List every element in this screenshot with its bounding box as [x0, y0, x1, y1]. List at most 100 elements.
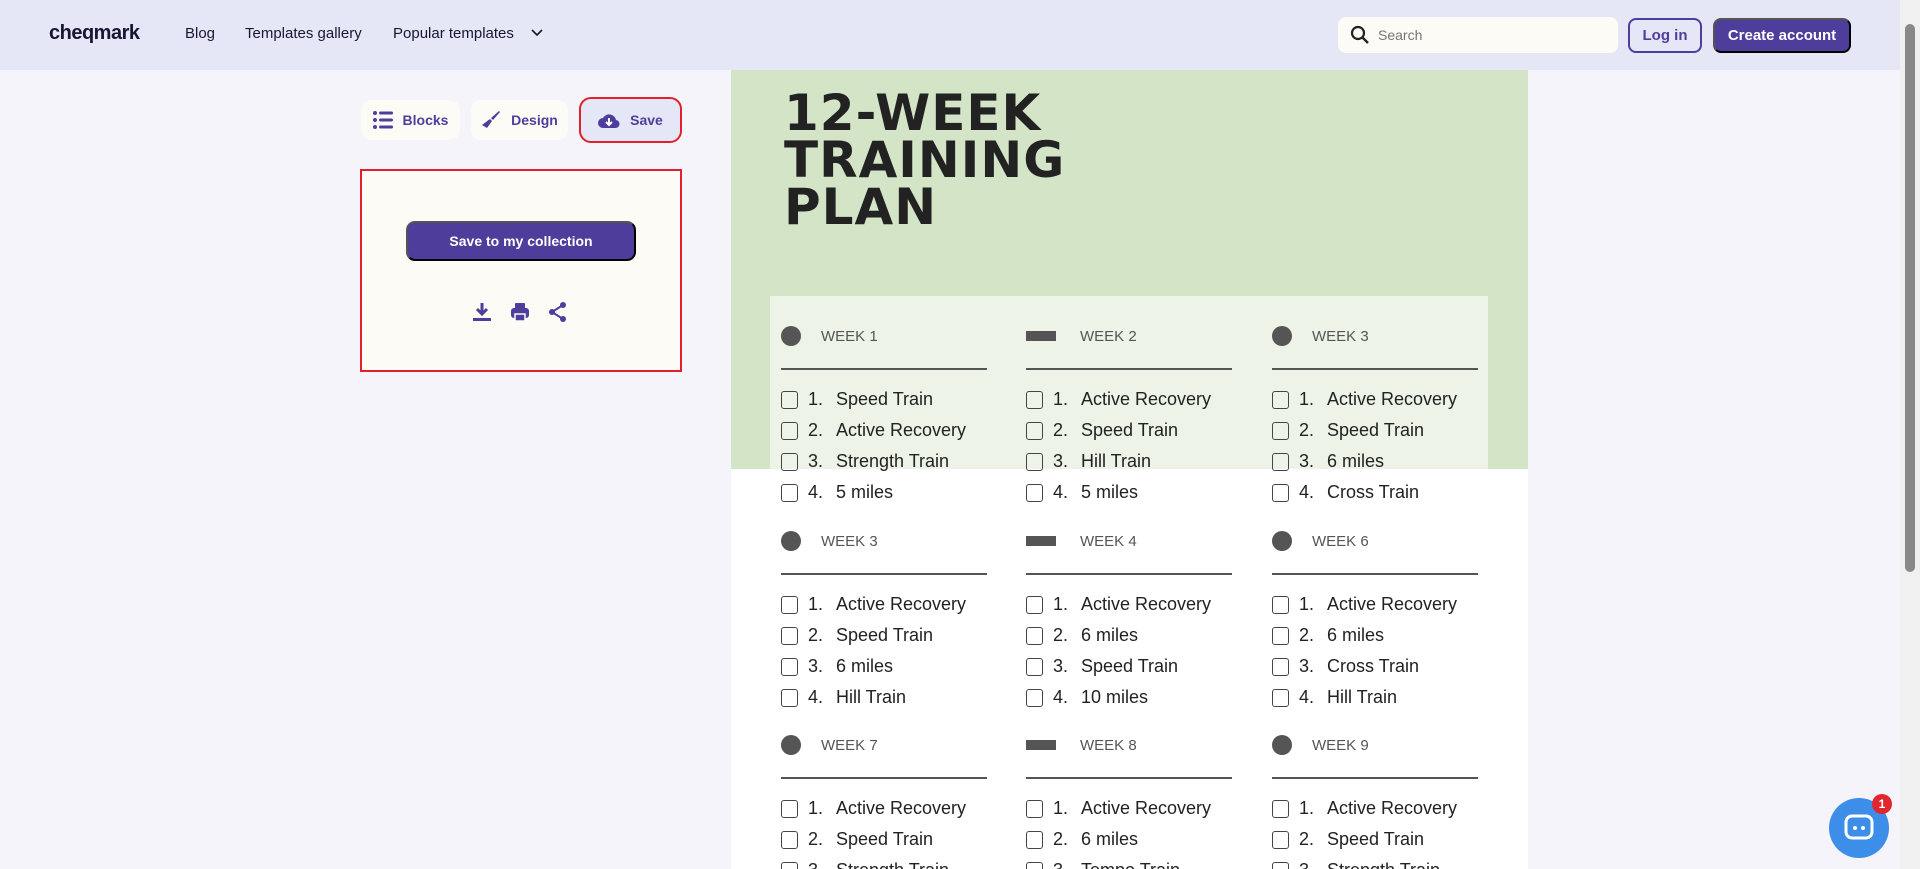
logo[interactable]: cheqmark — [49, 22, 140, 45]
nav-templates-gallery[interactable]: Templates gallery — [245, 25, 362, 42]
cloud-download-icon — [598, 114, 620, 129]
checkbox[interactable] — [1026, 595, 1043, 614]
item-text: Speed Train — [836, 829, 934, 849]
save-tab-button[interactable]: Save — [579, 97, 682, 143]
checkbox[interactable] — [1272, 390, 1289, 409]
checkbox[interactable] — [781, 657, 798, 676]
checkbox[interactable] — [1026, 483, 1043, 502]
nav-popular-templates[interactable]: Popular templates — [393, 25, 544, 42]
checkbox[interactable] — [1272, 483, 1289, 502]
checkbox[interactable] — [1272, 688, 1289, 707]
item-text: 6 miles — [1327, 625, 1385, 645]
item-number: 4. — [1299, 482, 1315, 502]
checklist-item: 2. 6 miles — [1026, 620, 1232, 651]
checklist-item: 1. Active Recovery — [1272, 589, 1478, 620]
checkbox[interactable] — [1026, 452, 1043, 471]
item-number: 2. — [808, 829, 824, 849]
top-nav: cheqmark Blog Templates gallery Popular … — [0, 0, 1900, 70]
week-marker-icon — [781, 735, 801, 755]
checklist-item: 4. 10 miles — [1026, 682, 1232, 713]
scrollbar[interactable] — [1900, 0, 1920, 869]
checklist-item: 3. Strength Train — [781, 446, 987, 477]
checkbox[interactable] — [1272, 626, 1289, 645]
checklist-item: 1. Active Recovery — [1272, 793, 1478, 824]
document-title[interactable]: 12-WEEK TRAINING PLAN — [784, 88, 1184, 232]
checkbox[interactable] — [781, 452, 798, 471]
checkbox[interactable] — [1272, 452, 1289, 471]
checkbox[interactable] — [1272, 595, 1289, 614]
checkbox[interactable] — [1026, 626, 1043, 645]
checkbox[interactable] — [1272, 657, 1289, 676]
week-block: WEEK 2 1. Active Recovery 2. Speed Train 3. Hi… — [1026, 324, 1232, 508]
checkbox[interactable] — [1026, 688, 1043, 707]
week-marker-icon — [1026, 740, 1056, 750]
week-label: WEEK 3 — [1312, 327, 1369, 345]
item-number: 2. — [1053, 625, 1069, 645]
download-icon[interactable] — [472, 302, 492, 322]
nav-blog[interactable]: Blog — [185, 25, 215, 42]
item-text: Speed Train — [1327, 829, 1425, 849]
create-account-button[interactable]: Create account — [1713, 18, 1851, 53]
divider — [1272, 573, 1478, 575]
week-block: WEEK 7 1. Active Recovery 2. Speed Train 3.St… — [781, 733, 987, 869]
divider — [781, 777, 987, 779]
checklist-item: 4. Hill Train — [1272, 682, 1478, 713]
divider — [1272, 368, 1478, 370]
checklist-item: 1. Active Recovery — [1026, 589, 1232, 620]
week-label: WEEK 8 — [1080, 736, 1137, 754]
item-number: 4. — [808, 482, 824, 502]
checkbox[interactable] — [1026, 830, 1043, 849]
search-input[interactable] — [1378, 27, 1598, 43]
week-header: WEEK 3 — [781, 529, 987, 553]
checkbox[interactable] — [781, 861, 798, 869]
checkbox[interactable] — [1026, 861, 1043, 869]
checkbox[interactable] — [781, 799, 798, 818]
checkbox[interactable] — [781, 390, 798, 409]
item-number: 3. — [1299, 860, 1327, 869]
item-text: Active Recovery — [836, 594, 967, 614]
checkbox[interactable] — [1272, 421, 1289, 440]
checkbox[interactable] — [781, 421, 798, 440]
checkbox[interactable] — [1272, 830, 1289, 849]
week-marker-icon — [781, 531, 801, 551]
checkbox[interactable] — [781, 595, 798, 614]
checklist-item: 2. Speed Train — [1272, 824, 1478, 855]
checklist-item: 4. 5 miles — [781, 477, 987, 508]
week-marker-icon — [781, 326, 801, 346]
design-button[interactable]: Design — [471, 100, 568, 140]
checkbox[interactable] — [781, 830, 798, 849]
week-block: WEEK 3 1. Active Recovery 2. Speed Train 3. 6 … — [781, 529, 987, 713]
item-text: Strength Train — [1327, 860, 1440, 869]
save-to-collection-button[interactable]: Save to my collection — [406, 221, 636, 261]
checklist-item: 3. Speed Train — [1026, 651, 1232, 682]
item-text: Active Recovery — [1081, 594, 1212, 614]
checkbox[interactable] — [781, 626, 798, 645]
blocks-button[interactable]: Blocks — [361, 100, 460, 140]
checkbox[interactable] — [1026, 799, 1043, 818]
checklist-item: 1. Active Recovery — [781, 589, 987, 620]
print-icon[interactable] — [510, 302, 530, 322]
item-number: 2. — [1299, 420, 1315, 440]
item-text: 5 miles — [1081, 482, 1139, 502]
checklist-item: 4. 5 miles — [1026, 477, 1232, 508]
checkbox[interactable] — [1026, 657, 1043, 676]
week-label: WEEK 1 — [821, 327, 878, 345]
search-box[interactable] — [1338, 17, 1618, 53]
item-text: Tempo Train — [1081, 860, 1180, 869]
login-button[interactable]: Log in — [1628, 18, 1702, 53]
chevron-down-icon — [531, 29, 543, 37]
week-header: WEEK 9 — [1272, 733, 1478, 757]
checkbox[interactable] — [1272, 799, 1289, 818]
item-text: Cross Train — [1327, 482, 1420, 502]
week-marker-icon — [1272, 735, 1292, 755]
checkbox[interactable] — [781, 483, 798, 502]
share-icon[interactable] — [548, 302, 568, 322]
checkbox[interactable] — [1272, 861, 1289, 869]
checklist-item: 4. Cross Train — [1272, 477, 1478, 508]
checkbox[interactable] — [1026, 390, 1043, 409]
item-text: 6 miles — [1327, 451, 1385, 471]
checkbox[interactable] — [1026, 421, 1043, 440]
scrollbar-thumb[interactable] — [1905, 24, 1915, 572]
checkbox[interactable] — [781, 688, 798, 707]
week-block: WEEK 4 1. Active Recovery 2. 6 miles 3. Speed … — [1026, 529, 1232, 713]
